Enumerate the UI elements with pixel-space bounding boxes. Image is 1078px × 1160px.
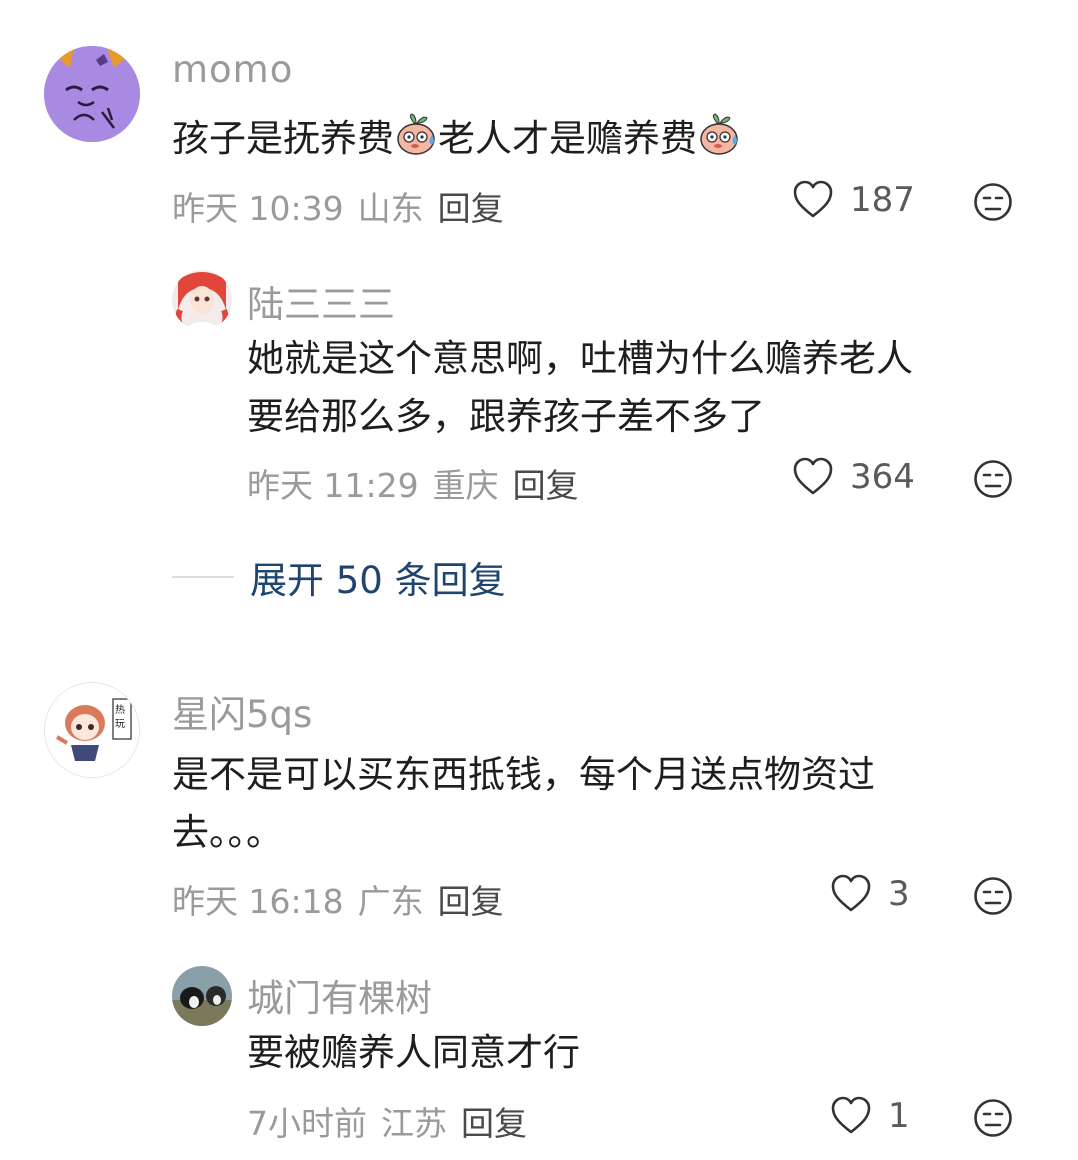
- svg-text:玩: 玩: [115, 719, 125, 730]
- avatar-reply-user[interactable]: [172, 966, 232, 1026]
- username[interactable]: momo: [172, 48, 293, 91]
- like-button[interactable]: 3: [830, 874, 910, 914]
- comment-meta: 昨天 11:29 重庆 回复: [247, 459, 579, 507]
- like-count: 364: [850, 457, 915, 497]
- comment-time: 7小时前: [247, 1104, 367, 1143]
- dislike-button[interactable]: [973, 876, 1013, 916]
- avatar-momo[interactable]: [44, 46, 140, 142]
- svg-text:热: 热: [115, 703, 125, 716]
- comment-text-part: 孩子是抚养费: [172, 117, 394, 160]
- unamused-face-icon: [974, 460, 1012, 498]
- like-count: 3: [888, 874, 910, 914]
- comment-meta: 7小时前 江苏 回复: [247, 1097, 527, 1145]
- comment-location: 山东: [357, 189, 424, 228]
- unamused-face-icon: [974, 183, 1012, 221]
- sweating-peach-emoji-icon: [700, 113, 738, 155]
- reply-button[interactable]: 回复: [438, 182, 504, 230]
- comment-text: 孩子是抚养费 老人才是赡养费: [172, 110, 741, 168]
- comment-text-line: 她就是这个意思啊，吐槽为什么赡养老人: [247, 337, 913, 380]
- purple-cat-avatar-image: [44, 46, 140, 142]
- unamused-face-icon: [974, 1099, 1012, 1137]
- comment-meta: 昨天 16:18 广东 回复: [172, 875, 504, 923]
- avatar-reply-user[interactable]: [172, 270, 232, 330]
- comment-location: 广东: [357, 882, 424, 921]
- comment-text-part: 老人才是赡养费: [438, 117, 697, 160]
- like-count: 1: [888, 1096, 910, 1136]
- reply-button[interactable]: 回复: [513, 459, 579, 507]
- comment-text-line: 去。。。: [172, 811, 283, 854]
- like-button[interactable]: 187: [792, 180, 915, 220]
- dislike-button[interactable]: [973, 182, 1013, 222]
- username[interactable]: 陆三三三: [247, 274, 395, 328]
- unamused-face-icon: [974, 877, 1012, 915]
- reply-button[interactable]: 回复: [461, 1097, 527, 1145]
- anime-girl-avatar-image: 热 玩: [45, 683, 139, 777]
- heart-outline-icon: [831, 874, 871, 912]
- username[interactable]: 城门有棵树: [247, 968, 432, 1022]
- avatar-xingshan[interactable]: 热 玩: [44, 682, 140, 778]
- heart-outline-icon: [793, 457, 833, 495]
- expand-replies-label: 展开 50 条回复: [250, 559, 506, 602]
- comment-text-line: 要被赡养人同意才行: [247, 1031, 580, 1074]
- comment-time: 昨天 11:29: [247, 466, 419, 505]
- expand-replies-button[interactable]: 展开 50 条回复: [172, 550, 506, 604]
- sweating-peach-emoji-icon: [397, 113, 435, 155]
- comment-location: 重庆: [432, 466, 499, 505]
- doll-avatar-image: [172, 270, 232, 330]
- dog-photo-avatar-image: [172, 966, 232, 1026]
- comment-time: 昨天 16:18: [172, 882, 344, 921]
- comment-text-line: 是不是可以买东西抵钱，每个月送点物资过: [172, 753, 875, 796]
- comment-location: 江苏: [381, 1104, 447, 1143]
- heart-outline-icon: [831, 1096, 871, 1134]
- like-button[interactable]: 364: [792, 457, 915, 497]
- heart-outline-icon: [793, 180, 833, 218]
- comment-time: 昨天 10:39: [172, 189, 344, 228]
- like-button[interactable]: 1: [830, 1096, 910, 1136]
- reply-button[interactable]: 回复: [438, 875, 504, 923]
- divider-line: [172, 576, 234, 578]
- comment-meta: 昨天 10:39 山东 回复: [172, 182, 504, 230]
- comment-text-line: 要给那么多，跟养孩子差不多了: [247, 395, 765, 438]
- username[interactable]: 星闪5qs: [172, 684, 312, 738]
- like-count: 187: [850, 180, 915, 220]
- dislike-button[interactable]: [973, 1098, 1013, 1138]
- dislike-button[interactable]: [973, 459, 1013, 499]
